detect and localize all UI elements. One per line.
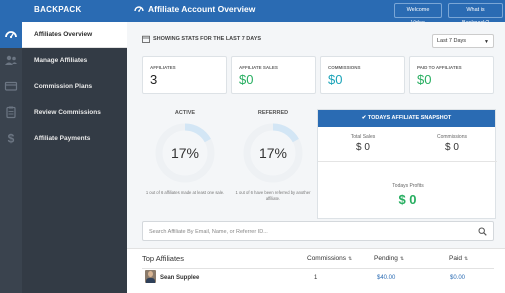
sidebar-item-label: Manage Affiliates [34,57,88,64]
stat-card-commissions: COMMISSIONS $0 [320,56,405,94]
ring-title: REFERRED [257,110,289,116]
column-header-commissions[interactable]: Commissions ⇅ [307,255,352,262]
stat-card-affiliate-sales: AFFILIATE SALES $0 [231,56,316,94]
sidebar-item-label: Commission Plans [34,83,93,90]
sidebar-item-label: Review Commissions [34,109,101,116]
clipboard-icon [6,106,16,119]
stats-heading: SHOWING STATS FOR THE LAST 7 DAYS [142,35,261,43]
svg-text:$: $ [8,132,15,146]
sidebar-item-label: Affiliates Overview [34,31,93,38]
sidebar-item-affiliate-payments[interactable]: $ Affiliate Payments [0,126,127,152]
stat-card-affiliates: AFFILIATES 3 [142,56,227,94]
ring-percent: 17% [258,145,288,161]
ring-percent: 17% [170,145,200,161]
dollar-icon: $ [8,132,15,146]
ring-title: ACTIVE [174,110,196,116]
sort-icon: ⇅ [464,256,469,262]
stat-label: COMMISSIONS [328,65,361,70]
calendar-icon [142,35,150,43]
snapshot-title: TODAYS AFFILIATE SNAPSHOT [367,115,452,121]
ring-note: 1 out of 6 have been referred by another… [235,190,311,201]
page-title-text: Affiliate Account Overview [148,4,256,14]
stat-value: $0 [328,72,343,87]
row-commissions: 1 [314,275,318,281]
stat-label: AFFILIATE SALES [239,65,278,70]
gauge-icon [5,31,17,39]
todays-profits-label: Todays Profits [392,183,424,189]
main-content: SHOWING STATS FOR THE LAST 7 DAYS Last 7… [127,22,505,293]
affiliate-search-box [142,221,494,241]
check-icon: ✔ [361,115,367,121]
top-bar: BACKPACK Affiliate Account Overview Welc… [0,0,505,26]
stat-label: PAID TO AFFILIATES [417,65,462,70]
affiliate-name-link[interactable]: Sean Supplee [160,275,199,281]
brand-logo[interactable]: BACKPACK [34,5,82,14]
column-header-paid[interactable]: Paid ⇅ [449,255,468,262]
column-header-label: Pending [374,255,398,262]
affiliate-search-input[interactable] [149,226,469,238]
sidebar-item-label: Affiliate Payments [34,135,91,142]
stats-heading-text: SHOWING STATS FOR THE LAST 7 DAYS [153,36,262,42]
commissions-value: $ 0 [445,142,459,153]
stat-value: 3 [150,72,158,87]
active-ring-block: ACTIVE 17% 1 out of 6 affiliates made at… [145,110,225,210]
sort-icon: ⇅ [399,256,405,262]
stat-value: $0 [417,72,432,87]
sort-icon: ⇅ [348,256,353,262]
sidebar-item-commission-plans[interactable]: Commission Plans [0,74,127,100]
stat-card-paid-to-affiliates: PAID TO AFFILIATES $0 [409,56,494,94]
total-sales-value: $ 0 [356,142,370,153]
users-icon [5,55,17,65]
card-icon [4,81,18,91]
row-pending[interactable]: $40.00 [377,275,395,281]
sidebar-item-affiliates-overview[interactable]: Affiliates Overview [0,22,127,48]
top-affiliates-table: Top Affiliates Commissions ⇅ Pending ⇅ Pai… [127,248,505,293]
page-title: Affiliate Account Overview [134,4,255,14]
column-header-pending[interactable]: Pending ⇅ [374,255,404,262]
column-header-label: Paid [449,255,463,262]
search-icon[interactable] [478,227,487,236]
dashboard-gauge-icon [134,6,144,12]
todays-snapshot-panel: ✔ TODAYS AFFILIATE SNAPSHOT Total Sales … [317,109,497,219]
snapshot-header: ✔ TODAYS AFFILIATE SNAPSHOT [318,110,495,127]
todays-profits-value: $ 0 [398,192,417,207]
avatar [145,270,156,283]
sidebar-item-review-commissions[interactable]: Review Commissions [0,100,127,126]
date-range-value: Last 7 Days [437,38,467,44]
ring-note: 1 out of 6 affiliates made at least one … [145,190,225,195]
row-paid[interactable]: $0.00 [450,275,465,281]
stat-value: $0 [239,72,254,87]
what-is-backpack-button[interactable]: What is Backpack? [448,3,503,26]
sidebar-item-manage-affiliates[interactable]: Manage Affiliates [0,48,127,74]
date-range-select[interactable]: Last 7 Days ▼ [432,34,494,48]
welcome-video-button[interactable]: Welcome Video [394,3,442,26]
snapshot-divider [318,161,497,162]
table-header-divider [142,268,494,269]
commissions-label: Commissions [436,134,467,140]
stat-label: AFFILIATES [150,65,176,70]
total-sales-label: Total Sales [350,134,376,140]
referred-ring-block: REFERRED 17% 1 out of 6 have been referr… [233,110,313,210]
sidebar: Affiliates Overview Manage Affiliates Co… [0,22,127,293]
table-title: Top Affiliates [142,254,184,263]
caret-down-icon: ▼ [484,39,489,45]
column-header-label: Commissions [307,255,347,262]
